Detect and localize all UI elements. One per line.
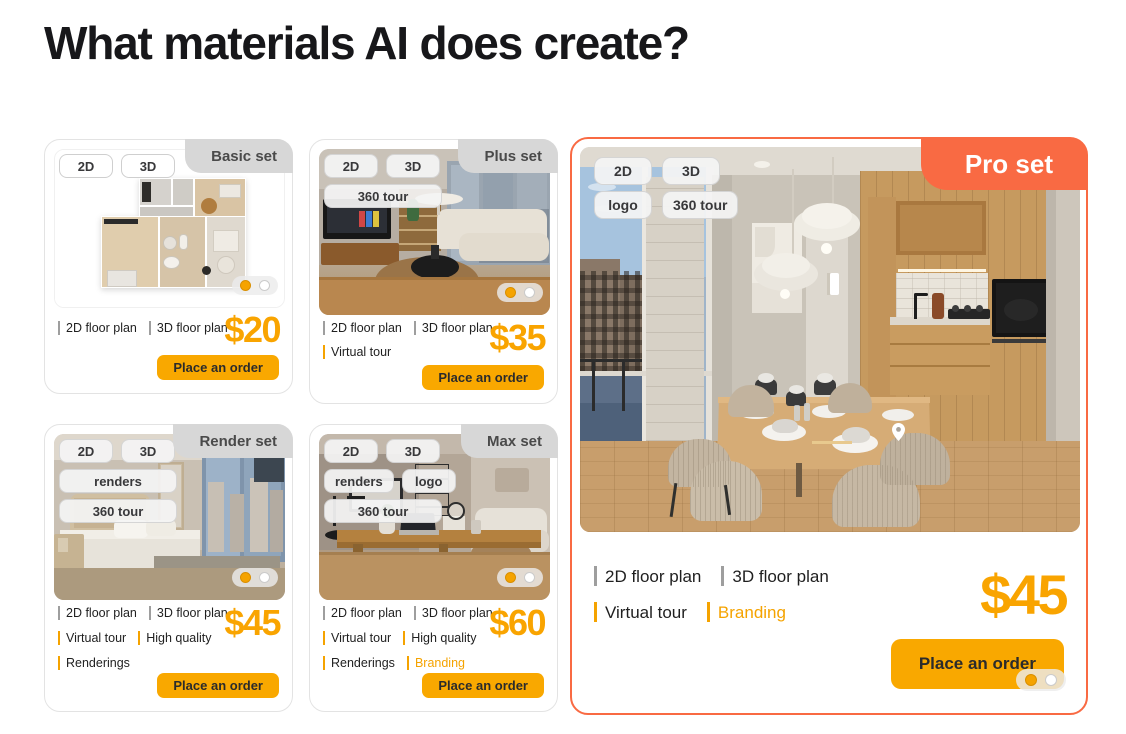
pricing-card-render[interactable]: Render set 2D 3D renders 360 tour 2D flo… [44, 424, 293, 712]
feature-item: Virtual tour [323, 631, 391, 645]
chip-row: renders [59, 469, 177, 493]
feature-item: 3D floor plan [413, 321, 493, 335]
chip-row: logo 360 tour [594, 191, 739, 219]
chip-2d[interactable]: 2D [59, 439, 113, 463]
price-max: $60 [489, 602, 546, 643]
location-pin-icon[interactable] [892, 423, 905, 441]
card-chips-max: 2D 3D renders logo 360 tour [324, 439, 456, 523]
feature-item-branding: Branding [706, 602, 786, 622]
carousel-dots-render[interactable] [232, 568, 278, 587]
chip-row: 2D 3D [59, 154, 175, 178]
feature-item: 2D floor plan [323, 321, 402, 335]
feature-item: 2D floor plan [58, 606, 137, 620]
feature-list-pro: 2D floor plan 3D floor plan Virtual tour… [594, 566, 894, 622]
chip-3d[interactable]: 3D [121, 439, 175, 463]
carousel-dots-max[interactable] [497, 568, 543, 587]
chip-3d[interactable]: 3D [386, 154, 440, 178]
feature-item: 2D floor plan [323, 606, 402, 620]
floor-plan-graphic [101, 178, 246, 288]
chip-renders[interactable]: renders [59, 469, 177, 493]
chip-row: 2D 3D [324, 154, 440, 178]
price-render: $45 [224, 602, 281, 643]
pricing-card-max[interactable]: Max set 2D 3D renders logo 360 tour 2D f… [309, 424, 558, 712]
chip-360-tour[interactable]: 360 tour [59, 499, 177, 523]
card-title-render: Render set [173, 424, 293, 458]
feature-list-max: 2D floor plan 3D floor plan Virtual tour… [323, 606, 495, 670]
chip-renders[interactable]: renders [324, 469, 394, 493]
price-basic: $20 [224, 309, 281, 350]
feature-item: High quality [403, 631, 477, 645]
chip-3d[interactable]: 3D [121, 154, 175, 178]
carousel-dot-active[interactable] [505, 287, 516, 298]
place-order-button-render[interactable]: Place an order [157, 673, 279, 698]
card-chips-plus: 2D 3D 360 tour [324, 154, 442, 208]
carousel-dot-active[interactable] [240, 572, 251, 583]
price-pro: $45 [980, 563, 1068, 626]
feature-list-plus: 2D floor plan 3D floor plan Virtual tour [323, 321, 493, 359]
feature-item-branding: Branding [406, 656, 465, 670]
carousel-dots-pro[interactable] [1016, 669, 1066, 691]
chip-row: 360 tour [324, 184, 442, 208]
pricing-card-pro[interactable]: Pro set 2D 3D logo 360 tour 2D floor pla… [570, 137, 1088, 715]
carousel-dot[interactable] [259, 572, 270, 583]
page-title: What materials AI does create? [44, 17, 690, 69]
feature-item: Renderings [323, 656, 395, 670]
pricing-card-plus[interactable]: Plus set 2D 3D 360 tour 2D floor plan 3D… [309, 139, 558, 404]
carousel-dot[interactable] [524, 572, 535, 583]
card-chips-pro: 2D 3D logo 360 tour [594, 157, 739, 219]
feature-item: Virtual tour [323, 345, 391, 359]
feature-item: Virtual tour [58, 631, 126, 645]
carousel-dot-active[interactable] [240, 280, 251, 291]
chip-360-tour[interactable]: 360 tour [324, 499, 442, 523]
chip-row: 2D 3D [59, 439, 175, 463]
chip-2d[interactable]: 2D [594, 157, 652, 185]
card-title-max: Max set [460, 424, 558, 458]
chip-360-tour[interactable]: 360 tour [662, 191, 739, 219]
carousel-dots-plus[interactable] [497, 283, 543, 302]
chip-row: renders logo [324, 469, 456, 493]
feature-item: 2D floor plan [58, 321, 137, 335]
carousel-dots-basic[interactable] [232, 276, 278, 295]
place-order-button-max[interactable]: Place an order [422, 673, 544, 698]
chip-logo[interactable]: logo [594, 191, 652, 219]
carousel-dot[interactable] [1045, 674, 1057, 686]
chip-3d[interactable]: 3D [386, 439, 440, 463]
carousel-dot[interactable] [524, 287, 535, 298]
chip-2d[interactable]: 2D [59, 154, 113, 178]
feature-list-render: 2D floor plan 3D floor plan Virtual tour… [58, 606, 230, 670]
card-title-pro: Pro set [920, 138, 1087, 190]
pricing-card-basic[interactable]: Basic set 2D 3D 2D floor plan 3D floor p… [44, 139, 293, 394]
feature-item: 3D floor plan [721, 566, 829, 586]
feature-item: 3D floor plan [148, 321, 228, 335]
chip-3d[interactable]: 3D [662, 157, 720, 185]
carousel-dot-active[interactable] [505, 572, 516, 583]
card-chips-render: 2D 3D renders 360 tour [59, 439, 177, 523]
price-plus: $35 [489, 317, 546, 358]
chip-row: 2D 3D [594, 157, 720, 185]
chip-row: 360 tour [59, 499, 177, 523]
place-order-button-plus[interactable]: Place an order [422, 365, 544, 390]
feature-item: 3D floor plan [413, 606, 493, 620]
card-chips-basic: 2D 3D [59, 154, 175, 178]
chip-logo[interactable]: logo [401, 469, 456, 493]
chip-row: 360 tour [324, 499, 442, 523]
chip-2d[interactable]: 2D [324, 439, 378, 463]
chip-row: 2D 3D [324, 439, 440, 463]
carousel-dot[interactable] [259, 280, 270, 291]
chip-360-tour[interactable]: 360 tour [324, 184, 442, 208]
card-title-plus: Plus set [458, 139, 558, 173]
place-order-button-basic[interactable]: Place an order [157, 355, 279, 380]
feature-item: 2D floor plan [594, 566, 701, 586]
carousel-dot-active[interactable] [1025, 674, 1037, 686]
feature-item: Renderings [58, 656, 130, 670]
pricing-page: What materials AI does create? Basic set… [0, 0, 1126, 734]
feature-item: 3D floor plan [148, 606, 228, 620]
feature-item: Virtual tour [594, 602, 687, 622]
chip-2d[interactable]: 2D [324, 154, 378, 178]
feature-item: High quality [138, 631, 212, 645]
card-title-basic: Basic set [185, 139, 293, 173]
